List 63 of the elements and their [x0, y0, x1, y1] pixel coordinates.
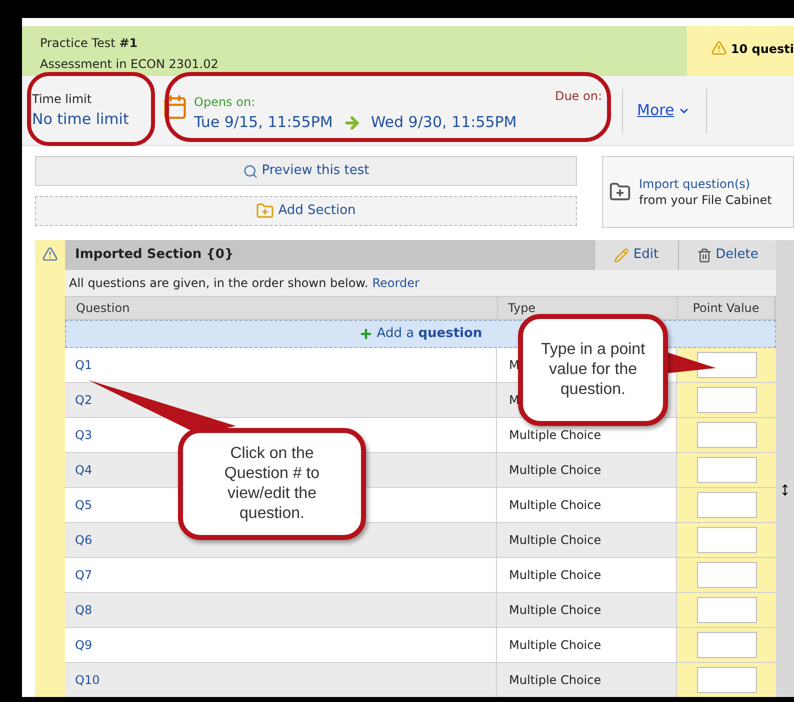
point-value-field[interactable]	[696, 667, 756, 693]
add-section-button[interactable]: Add Section	[35, 196, 577, 226]
point-value-field[interactable]	[696, 562, 756, 588]
point-value-field[interactable]	[696, 492, 756, 518]
question-type: Multiple Choice	[509, 602, 602, 619]
search-icon	[242, 164, 258, 178]
column-header: Question	[66, 297, 498, 319]
calendar-icon[interactable]	[162, 94, 188, 120]
import-icon	[609, 181, 631, 203]
due-date[interactable]: Wed 9/30, 11:55PM	[370, 111, 517, 134]
point-value-field[interactable]	[696, 387, 756, 413]
question-type: Multiple Choice	[509, 672, 602, 689]
point-value-field[interactable]	[696, 597, 756, 623]
test-title: Practice Test #1	[40, 35, 139, 52]
question-link[interactable]: Q8	[75, 601, 92, 619]
question-link[interactable]: Q2	[75, 391, 92, 409]
warning-icon	[710, 40, 727, 56]
point-value-field[interactable]	[696, 422, 756, 448]
question-type: M	[509, 392, 520, 409]
question-type: Multiple Choice	[509, 497, 602, 514]
question-link[interactable]: Q9	[75, 636, 92, 654]
pencil-icon	[614, 248, 630, 262]
section-title: Imported Section {0}	[75, 246, 234, 264]
point-value-field[interactable]	[696, 352, 756, 378]
reorder-link[interactable]: Reorder	[372, 274, 420, 292]
callout-tooltip: Type in a point value for the question.	[518, 314, 668, 426]
due-label: Due on:	[554, 88, 602, 106]
point-value-field[interactable]	[696, 457, 756, 483]
question-type: Multiple Choice	[509, 637, 602, 654]
question-link[interactable]: Q3	[75, 426, 92, 444]
question-link[interactable]: Q1	[75, 356, 92, 374]
time-limit-value[interactable]: No time limit	[32, 108, 162, 131]
order-note: All questions are given, in the order shown below.	[69, 275, 368, 292]
question-type: Multiple Choice	[509, 532, 602, 549]
column-header: Point Value	[678, 297, 775, 319]
time-limit-label: Time limit	[32, 91, 93, 108]
question-link[interactable]: Q5	[75, 496, 92, 514]
point-value-field[interactable]	[696, 632, 756, 658]
import-note: from your File Cabinet	[639, 192, 772, 208]
preview-button[interactable]: Preview this test	[35, 156, 577, 186]
question-type: M	[509, 357, 520, 374]
question-link[interactable]: Q10	[75, 671, 100, 689]
question-link[interactable]: Q4	[75, 461, 92, 479]
opens-date[interactable]: Tue 9/15, 11:55PM	[194, 111, 333, 134]
plus-icon	[358, 327, 373, 341]
arrow-icon	[342, 114, 361, 132]
section-icon	[42, 246, 58, 262]
import-link[interactable]: Import question(s)	[639, 176, 772, 192]
callout-tooltip: Click on the Question # to view/edit the question.	[178, 428, 366, 540]
point-value-field[interactable]	[696, 527, 756, 553]
question-count: 10 questi	[730, 41, 794, 58]
delete-button[interactable]: Delete	[678, 240, 776, 270]
folder-plus-icon	[256, 202, 274, 220]
question-type: Multiple Choice	[509, 427, 602, 444]
question-link[interactable]: Q6	[75, 531, 92, 549]
opens-label: Opens on:	[194, 94, 256, 112]
more-link[interactable]: More	[637, 99, 690, 122]
test-subtitle: Assessment in ECON 2301.02	[40, 56, 220, 73]
edit-button[interactable]: Edit	[594, 240, 678, 270]
question-type: Multiple Choice	[509, 567, 602, 584]
question-link[interactable]: Q7	[75, 566, 92, 584]
question-type: Multiple Choice	[509, 462, 602, 479]
trash-icon	[696, 248, 712, 262]
